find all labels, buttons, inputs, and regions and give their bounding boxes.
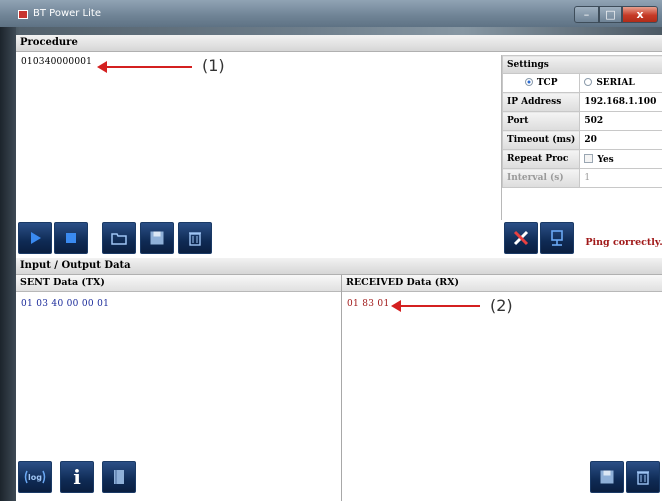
tools-button[interactable] [504, 222, 538, 254]
mode-tcp-option[interactable]: TCP [501, 73, 581, 93]
repeat-proc-label: Repeat Proc [501, 149, 581, 169]
app-icon [18, 10, 28, 19]
interval-field[interactable]: 1 [579, 168, 662, 188]
log-button[interactable]: log [18, 461, 52, 493]
run-button[interactable] [18, 222, 52, 254]
annotation-arrow-2 [391, 300, 480, 312]
maximize-button[interactable]: □ [599, 6, 622, 23]
open-button[interactable] [102, 222, 136, 254]
folder-icon [111, 233, 127, 245]
stop-icon [66, 233, 76, 243]
window-title: BT Power Lite [33, 8, 101, 19]
book-icon [114, 470, 124, 484]
mode-tcp-label: TCP [536, 78, 558, 88]
annotation-label-2: (2) [490, 296, 513, 315]
timeout-field[interactable]: 20 [579, 130, 662, 150]
stop-button[interactable] [54, 222, 88, 254]
network-icon [551, 230, 563, 246]
trash-icon [637, 471, 649, 485]
port-label: Port [501, 111, 581, 131]
checkbox-icon[interactable] [584, 153, 594, 163]
window-left-edge [0, 27, 16, 501]
trash-icon [189, 232, 201, 246]
io-toolbar-left: log i [16, 453, 146, 501]
io-section-header: Input / Output Data [16, 258, 662, 275]
io-toolbar-right [588, 453, 662, 501]
port-field[interactable]: 502 [579, 111, 662, 131]
annotation-arrow-1 [97, 61, 192, 73]
info-button[interactable]: i [60, 461, 94, 493]
interval-label: Interval (s) [501, 168, 581, 188]
repeat-proc-checkbox[interactable]: Yes [579, 149, 662, 169]
ip-address-field[interactable]: 192.168.1.100 [579, 92, 662, 112]
ip-address-label: IP Address [501, 92, 581, 112]
tools-icon [513, 230, 529, 246]
connect-button[interactable] [540, 222, 574, 254]
mode-serial-label: SERIAL [596, 78, 635, 88]
save-icon [600, 470, 614, 484]
annotation-label-1: (1) [202, 56, 225, 75]
timeout-label: Timeout (ms) [501, 130, 581, 150]
save-icon [150, 231, 164, 245]
book-button[interactable] [102, 461, 136, 493]
info-icon: i [73, 465, 81, 489]
close-button[interactable]: x [622, 6, 658, 23]
delete-button[interactable] [178, 222, 212, 254]
play-icon [31, 232, 41, 244]
mode-serial-option[interactable]: SERIAL [579, 73, 662, 93]
repeat-proc-value: Yes [597, 154, 614, 165]
settings-panel: Settings TCP SERIAL IP Address 192.168.1… [501, 55, 662, 220]
radio-selected-icon[interactable] [524, 78, 533, 86]
save-button[interactable] [140, 222, 174, 254]
procedure-toolbar [16, 220, 216, 256]
radio-unselected-icon[interactable] [584, 78, 593, 86]
sent-data-header: SENT Data (TX) [16, 275, 341, 292]
clear-io-button[interactable] [626, 461, 660, 493]
procedure-section-header: Procedure [16, 35, 662, 52]
settings-header: Settings [502, 55, 662, 74]
sent-data-text[interactable]: 01 03 40 00 00 01 [21, 299, 109, 309]
received-data-text[interactable]: 01 83 01 [347, 299, 389, 309]
procedure-text[interactable]: 010340000001 [21, 57, 92, 67]
main-panel: Procedure 010340000001 (1) Settings TCP … [16, 35, 662, 501]
save-io-button[interactable] [590, 461, 624, 493]
settings-toolbar [502, 220, 582, 256]
title-bar[interactable]: BT Power Lite – □ x [0, 0, 662, 27]
minimize-button[interactable]: – [574, 6, 599, 23]
received-data-header: RECEIVED Data (RX) [342, 275, 662, 292]
svg-text:log: log [28, 473, 42, 482]
log-icon: log [24, 470, 46, 484]
